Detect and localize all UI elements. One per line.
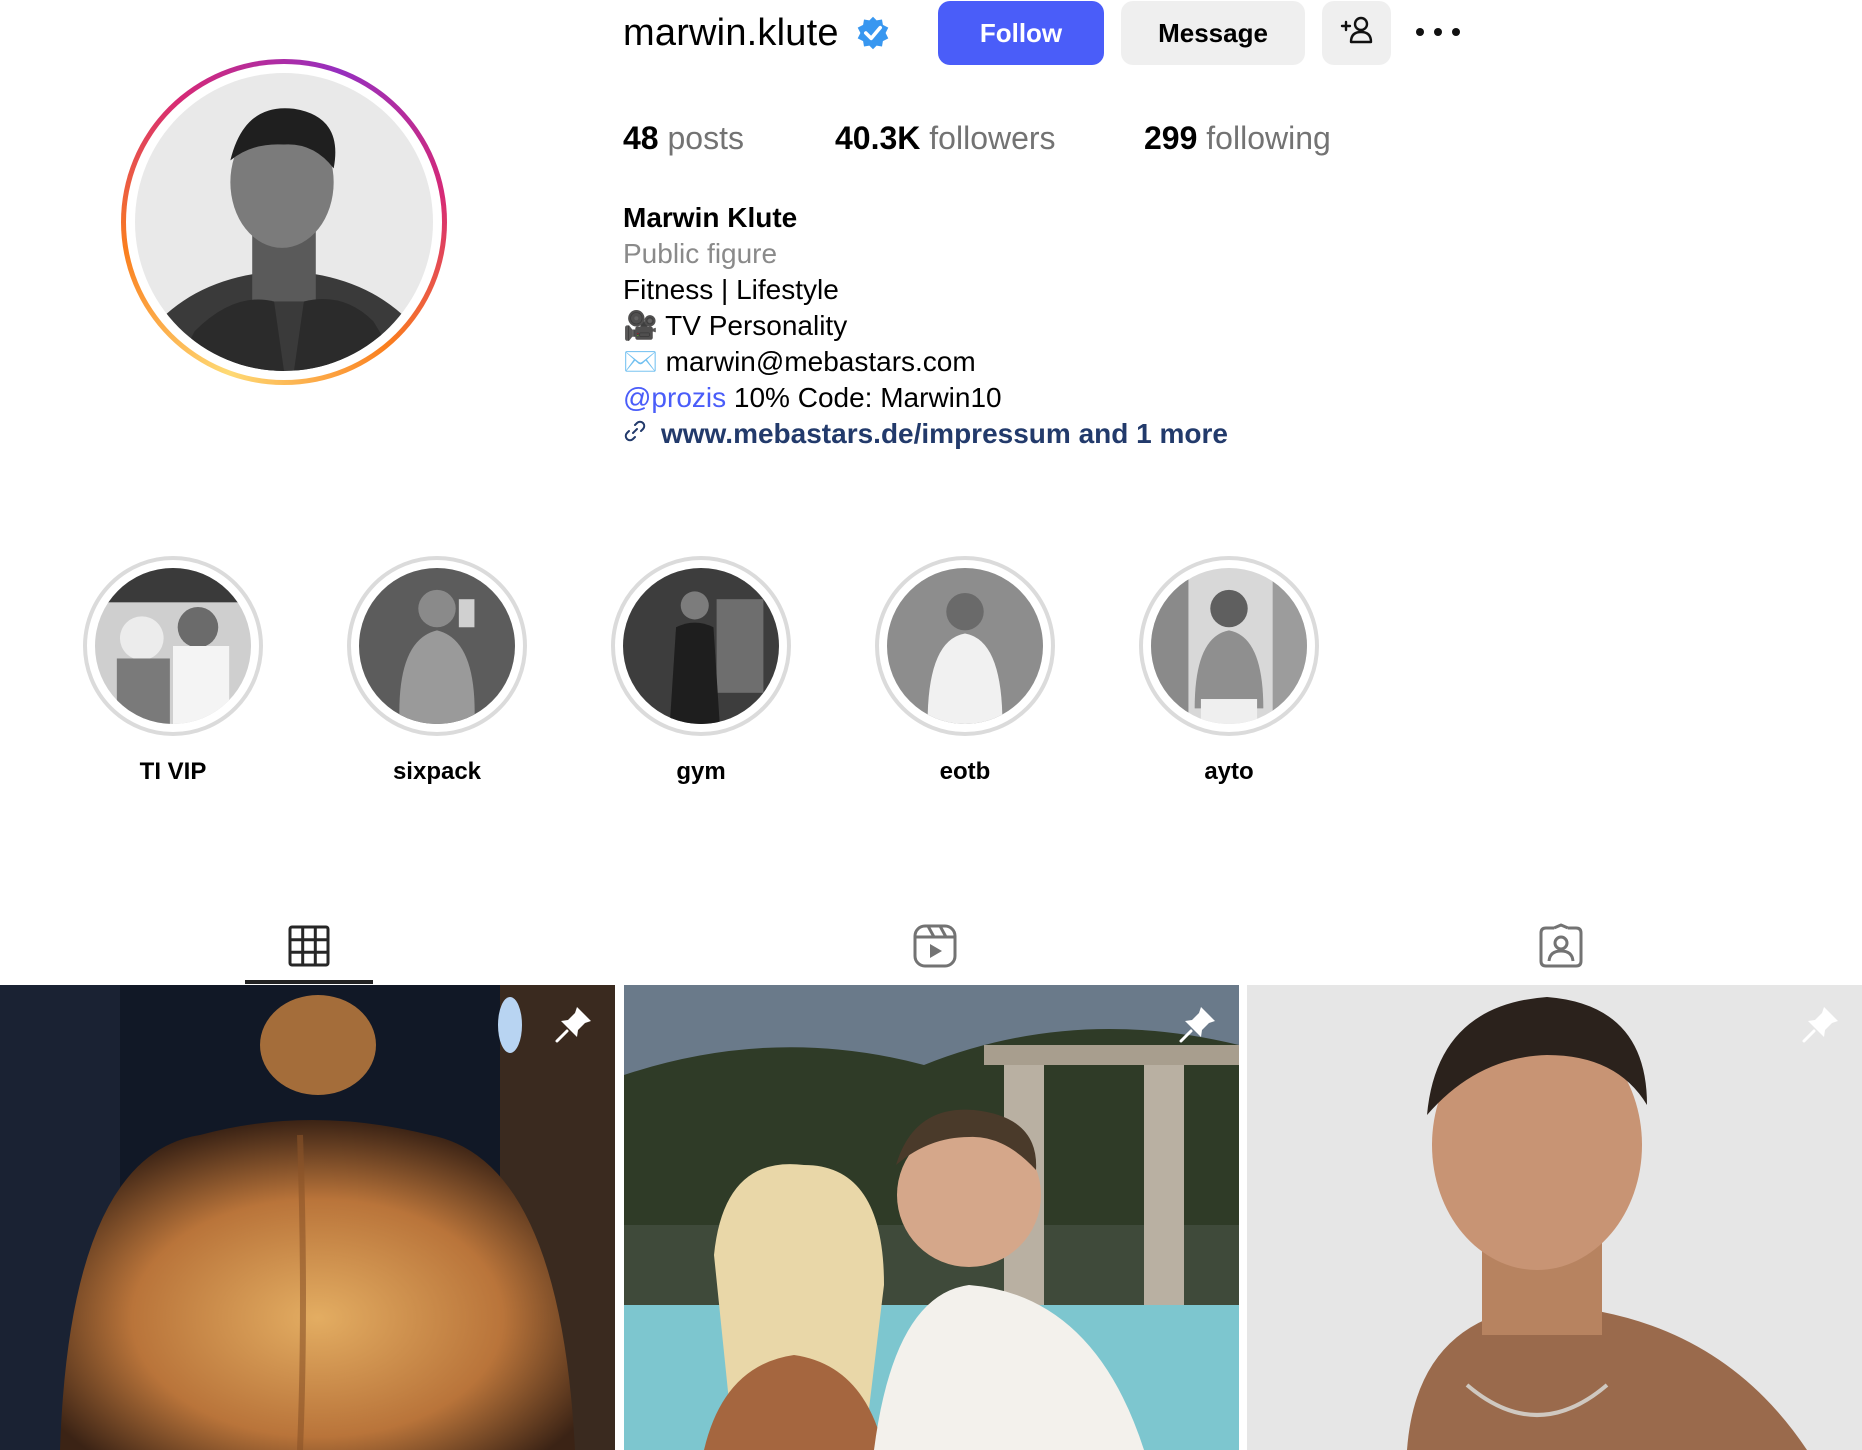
highlight-item[interactable]: TI VIP xyxy=(83,556,263,786)
post-thumbnail[interactable] xyxy=(624,985,1239,1450)
bio-line: Fitness | Lifestyle xyxy=(623,274,839,305)
highlight-ring xyxy=(1139,556,1319,736)
suggest-accounts-button[interactable] xyxy=(1322,1,1391,65)
followers-stat[interactable]: 40.3K followers xyxy=(835,120,1056,157)
external-link[interactable]: www.mebastars.de/impressum and 1 more xyxy=(623,416,1228,452)
highlight-label: eotb xyxy=(939,758,991,785)
highlight-ring xyxy=(611,556,791,736)
profile-avatar xyxy=(135,73,433,371)
tab-reels[interactable] xyxy=(871,912,999,984)
bio-email: ✉️ marwin@mebastars.com xyxy=(623,346,976,377)
highlight-ring xyxy=(83,556,263,736)
verified-badge-icon xyxy=(855,15,891,51)
pin-icon xyxy=(553,1003,595,1045)
followers-label: followers xyxy=(929,120,1056,156)
highlight-label: sixpack xyxy=(392,758,482,785)
highlight-label: gym xyxy=(676,758,726,785)
highlight-thumbnail xyxy=(359,568,515,724)
highlight-ring xyxy=(875,556,1055,736)
highlight-label: ayto xyxy=(1204,758,1254,785)
following-label: following xyxy=(1206,120,1331,156)
highlight-item[interactable]: gym xyxy=(611,556,791,786)
username: marwin.klute xyxy=(623,11,839,54)
profile-bio: Marwin Klute Public figure Fitness | Lif… xyxy=(623,200,1228,452)
posts-label: posts xyxy=(667,120,744,156)
username-row: marwin.klute xyxy=(623,0,891,66)
pin-icon xyxy=(1177,1003,1219,1045)
bio-promo-line: @prozis 10% Code: Marwin10 xyxy=(623,380,1228,416)
highlight-item[interactable]: sixpack xyxy=(347,556,527,786)
link-icon xyxy=(623,416,661,452)
more-options-button[interactable] xyxy=(1412,12,1464,54)
highlight-label: TI VIP xyxy=(139,758,207,785)
posts-stat: 48 posts xyxy=(623,120,744,157)
post-thumbnail[interactable] xyxy=(0,985,615,1450)
pin-icon xyxy=(1800,1003,1842,1045)
following-stat[interactable]: 299 following xyxy=(1144,120,1331,157)
mention-link[interactable]: @prozis xyxy=(623,382,726,413)
message-button[interactable]: Message xyxy=(1121,1,1305,65)
active-tab-indicator xyxy=(245,980,373,984)
highlight-ring xyxy=(347,556,527,736)
profile-avatar-frame xyxy=(126,64,442,380)
tab-tagged[interactable] xyxy=(1497,912,1625,984)
tab-posts[interactable] xyxy=(245,912,373,984)
person-add-icon xyxy=(1340,15,1374,52)
highlight-thumbnail xyxy=(1151,568,1307,724)
bio-line: 🎥 TV Personality xyxy=(623,310,848,341)
more-horizontal-icon xyxy=(1415,24,1461,42)
external-link-text: www.mebastars.de/impressum and 1 more xyxy=(661,418,1228,449)
category-label: Public figure xyxy=(623,238,778,269)
follow-button[interactable]: Follow xyxy=(938,1,1104,65)
highlight-thumbnail xyxy=(95,568,251,724)
post-thumbnail[interactable] xyxy=(1247,985,1862,1450)
profile-avatar-ring[interactable] xyxy=(121,59,447,385)
following-count: 299 xyxy=(1144,120,1198,156)
promo-text: 10% Code: Marwin10 xyxy=(726,382,1002,413)
tagged-icon xyxy=(1538,923,1584,974)
posts-count: 48 xyxy=(623,120,659,156)
highlight-thumbnail xyxy=(887,568,1043,724)
reels-icon xyxy=(912,923,958,974)
highlight-thumbnail xyxy=(623,568,779,724)
highlight-item[interactable]: eotb xyxy=(875,556,1055,786)
followers-count: 40.3K xyxy=(835,120,921,156)
grid-icon xyxy=(288,925,330,972)
full-name: Marwin Klute xyxy=(623,202,798,233)
highlight-item[interactable]: ayto xyxy=(1139,556,1319,786)
